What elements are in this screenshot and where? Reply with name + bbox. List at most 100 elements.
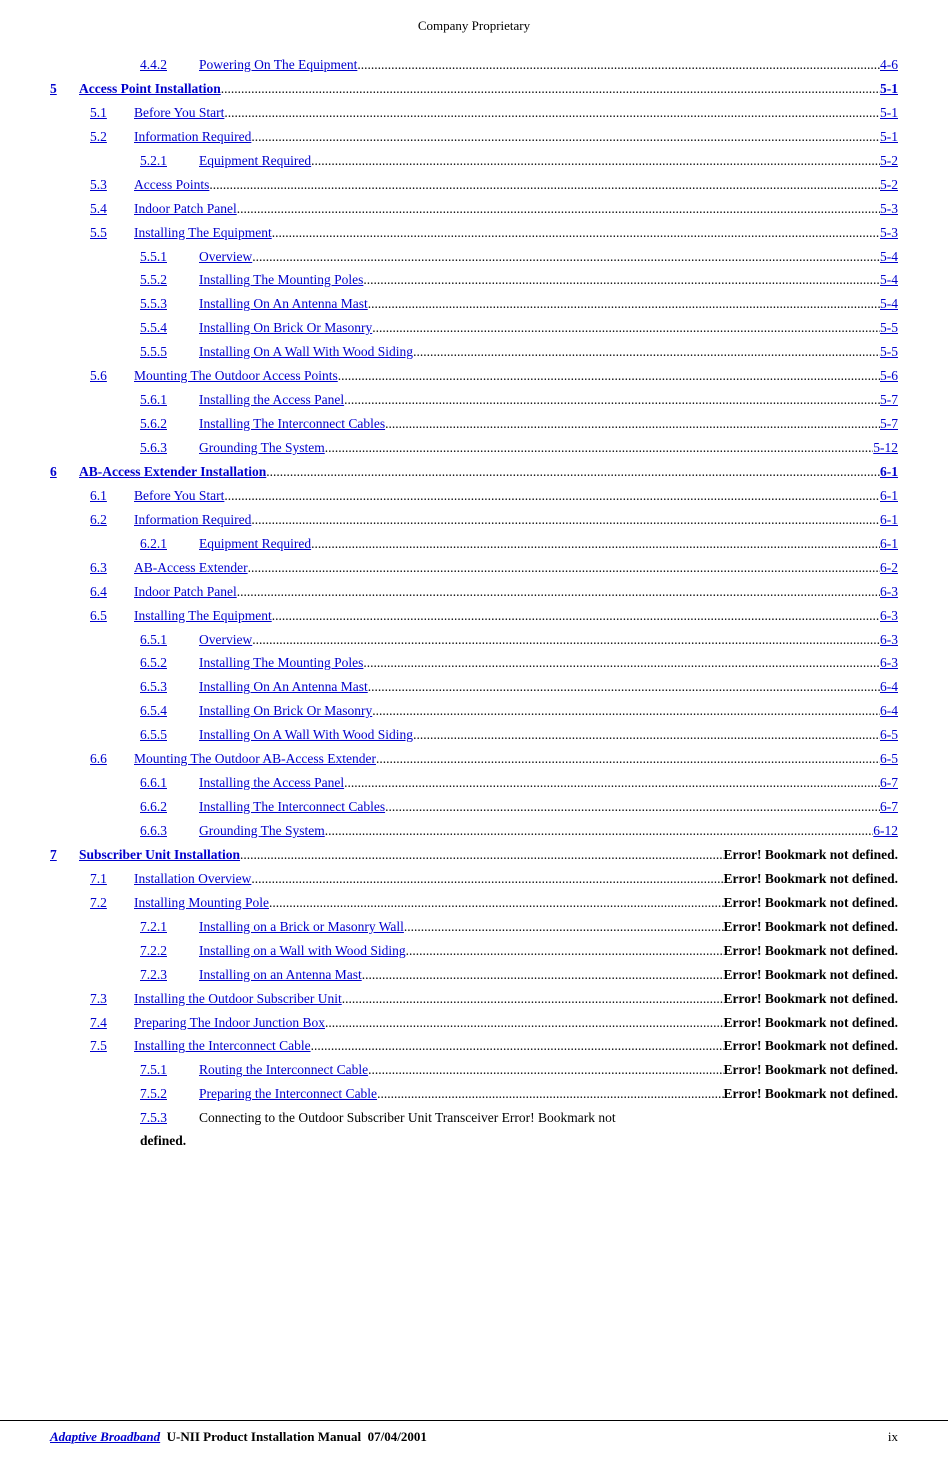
toc-entry-5.6.1[interactable]: 5.6.1Installing the Access Panel 5-7 [50,389,898,413]
toc-label-5.2.1[interactable]: Equipment Required [199,150,311,173]
toc-label-6.2.1[interactable]: Equipment Required [199,533,311,556]
toc-page-6.4[interactable]: 6-3 [880,581,898,604]
toc-num-5.5[interactable]: 5.5 [90,222,130,245]
toc-num-5.6.1[interactable]: 5.6.1 [140,389,195,412]
toc-num-5.5.1[interactable]: 5.5.1 [140,246,195,269]
toc-entry-5.5.5[interactable]: 5.5.5Installing On A Wall With Wood Sidi… [50,341,898,365]
toc-label-6.5.4[interactable]: Installing On Brick Or Masonry [199,700,372,723]
toc-num-5.2[interactable]: 5.2 [90,126,130,149]
toc-num-6.6[interactable]: 6.6 [90,748,130,771]
toc-entry-5.2.1[interactable]: 5.2.1Equipment Required5-2 [50,150,898,174]
toc-page-5.1[interactable]: 5-1 [880,102,898,125]
toc-entry-6[interactable]: 6AB-Access Extender Installation6-1 [50,461,898,485]
toc-page-5.6.2[interactable]: 5-7 [880,413,898,436]
toc-num-7.5.1[interactable]: 7.5.1 [140,1059,195,1082]
toc-page-6.5.1[interactable]: 6-3 [880,629,898,652]
toc-entry-6.3[interactable]: 6.3AB-Access Extender6-2 [50,557,898,581]
toc-num-5.3[interactable]: 5.3 [90,174,130,197]
toc-entry-5.6.2[interactable]: 5.6.2Installing The Interconnect Cables5… [50,413,898,437]
toc-label-5.6.3[interactable]: Grounding The System [199,437,325,460]
toc-entry-7.5.3[interactable]: 7.5.3Connecting to the Outdoor Subscribe… [50,1107,898,1153]
toc-label-7.3[interactable]: Installing the Outdoor Subscriber Unit [134,988,342,1011]
toc-entry-6.5.1[interactable]: 6.5.1Overview6-3 [50,629,898,653]
toc-page-6.6.2[interactable]: 6-7 [880,796,898,819]
toc-num-5.2.1[interactable]: 5.2.1 [140,150,195,173]
toc-page-6.5.5[interactable]: 6-5 [880,724,898,747]
toc-page-6.3[interactable]: 6-2 [880,557,898,580]
toc-label-6.6.3[interactable]: Grounding The System [199,820,325,843]
toc-label-7.2.3[interactable]: Installing on an Antenna Mast [199,964,362,987]
toc-entry-6.1[interactable]: 6.1Before You Start6-1 [50,485,898,509]
toc-num-4.4.2[interactable]: 4.4.2 [140,54,195,77]
toc-page-6.5.4[interactable]: 6-4 [880,700,898,723]
toc-page-6.5.3[interactable]: 6-4 [880,676,898,699]
toc-num-6.5.4[interactable]: 6.5.4 [140,700,195,723]
toc-num-6.4[interactable]: 6.4 [90,581,130,604]
toc-num-6.6.1[interactable]: 6.6.1 [140,772,195,795]
toc-label-5.5.5[interactable]: Installing On A Wall With Wood Siding [199,341,413,364]
toc-entry-7.5.2[interactable]: 7.5.2Preparing the Interconnect CableErr… [50,1083,898,1107]
toc-page-5.5.1[interactable]: 5-4 [880,246,898,269]
toc-num-6.5.3[interactable]: 6.5.3 [140,676,195,699]
toc-label-7.5.2[interactable]: Preparing the Interconnect Cable [199,1083,377,1106]
toc-num-5[interactable]: 5 [50,78,75,101]
toc-page-5.5.3[interactable]: 5-4 [880,293,898,316]
toc-entry-7.2.3[interactable]: 7.2.3Installing on an Antenna MastError!… [50,964,898,988]
toc-entry-6.5.5[interactable]: 6.5.5Installing On A Wall With Wood Sidi… [50,724,898,748]
toc-entry-7.2[interactable]: 7.2Installing Mounting PoleError! Bookma… [50,892,898,916]
toc-page-5[interactable]: 5-1 [880,78,898,101]
toc-entry-7.2.2[interactable]: 7.2.2Installing on a Wall with Wood Sidi… [50,940,898,964]
toc-page-5.4[interactable]: 5-3 [880,198,898,221]
toc-entry-5.5.2[interactable]: 5.5.2Installing The Mounting Poles5-4 [50,269,898,293]
toc-entry-7.5[interactable]: 7.5Installing the Interconnect CableErro… [50,1035,898,1059]
toc-entry-7.3[interactable]: 7.3Installing the Outdoor Subscriber Uni… [50,988,898,1012]
toc-entry-7.1[interactable]: 7.1Installation OverviewError! Bookmark … [50,868,898,892]
toc-label-6[interactable]: AB-Access Extender Installation [79,461,266,484]
toc-num-7.4[interactable]: 7.4 [90,1012,130,1035]
toc-num-7.5[interactable]: 7.5 [90,1035,130,1058]
toc-page-5.6.3[interactable]: 5-12 [873,437,898,460]
toc-num-5.4[interactable]: 5.4 [90,198,130,221]
toc-label-7.5.1[interactable]: Routing the Interconnect Cable [199,1059,368,1082]
toc-entry-6.6.3[interactable]: 6.6.3Grounding The System6-12 [50,820,898,844]
toc-label-5.6[interactable]: Mounting The Outdoor Access Points [134,365,338,388]
toc-label-5[interactable]: Access Point Installation [79,78,221,101]
toc-page-6.1[interactable]: 6-1 [880,485,898,508]
toc-num-7.5.3[interactable]: 7.5.3 [140,1107,195,1130]
toc-label-5.2[interactable]: Information Required [134,126,251,149]
toc-num-5.5.5[interactable]: 5.5.5 [140,341,195,364]
toc-entry-7.2.1[interactable]: 7.2.1Installing on a Brick or Masonry Wa… [50,916,898,940]
toc-label-7.2[interactable]: Installing Mounting Pole [134,892,269,915]
toc-label-5.6.1[interactable]: Installing the Access Panel [199,389,344,412]
toc-label-5.3[interactable]: Access Points [134,174,209,197]
toc-label-7.1[interactable]: Installation Overview [134,868,251,891]
toc-entry-6.6.1[interactable]: 6.6.1Installing the Access Panel6-7 [50,772,898,796]
toc-entry-6.6.2[interactable]: 6.6.2Installing The Interconnect Cables6… [50,796,898,820]
toc-label-6.2[interactable]: Information Required [134,509,251,532]
toc-entry-5.5.3[interactable]: 5.5.3Installing On An Antenna Mast5-4 [50,293,898,317]
toc-num-7.2.2[interactable]: 7.2.2 [140,940,195,963]
toc-num-7.5.2[interactable]: 7.5.2 [140,1083,195,1106]
toc-page-5.5[interactable]: 5-3 [880,222,898,245]
toc-label-5.5[interactable]: Installing The Equipment [134,222,272,245]
toc-label-7.2.2[interactable]: Installing on a Wall with Wood Siding [199,940,406,963]
toc-num-6[interactable]: 6 [50,461,75,484]
toc-entry-5[interactable]: 5Access Point Installation 5-1 [50,78,898,102]
toc-num-7[interactable]: 7 [50,844,75,867]
toc-page-5.5.5[interactable]: 5-5 [880,341,898,364]
toc-page-6.2[interactable]: 6-1 [880,509,898,532]
toc-page-5.3[interactable]: 5-2 [880,174,898,197]
toc-num-6.2.1[interactable]: 6.2.1 [140,533,195,556]
toc-entry-5.5.1[interactable]: 5.5.1Overview5-4 [50,246,898,270]
toc-page-5.6[interactable]: 5-6 [880,365,898,388]
toc-num-6.6.2[interactable]: 6.6.2 [140,796,195,819]
toc-label-7.2.1[interactable]: Installing on a Brick or Masonry Wall [199,916,404,939]
toc-page-5.6.1[interactable]: 5-7 [880,389,898,412]
toc-page-5.5.4[interactable]: 5-5 [880,317,898,340]
toc-label-6.4[interactable]: Indoor Patch Panel [134,581,237,604]
toc-page-6.6[interactable]: 6-5 [880,748,898,771]
toc-num-5.5.4[interactable]: 5.5.4 [140,317,195,340]
toc-label-7.5.3[interactable]: Connecting to the Outdoor Subscriber Uni… [199,1107,498,1130]
toc-num-6.2[interactable]: 6.2 [90,509,130,532]
toc-entry-5.3[interactable]: 5.3Access Points 5-2 [50,174,898,198]
